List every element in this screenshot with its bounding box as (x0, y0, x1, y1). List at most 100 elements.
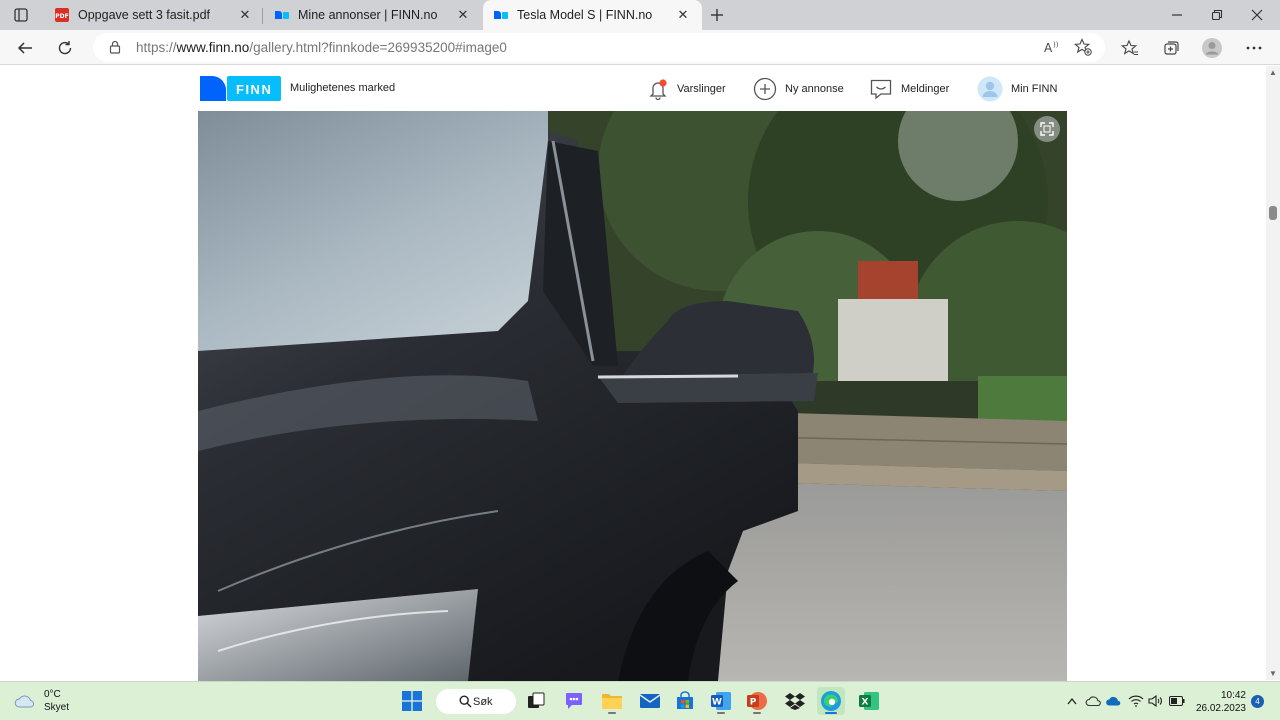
restore-icon (1211, 9, 1223, 21)
tab-close-button[interactable]: ✕ (454, 6, 472, 24)
tab-close-button[interactable]: ✕ (674, 6, 692, 24)
chat-icon (869, 77, 893, 101)
scroll-up-arrow-icon[interactable]: ▲ (1269, 68, 1277, 77)
excel-button[interactable]: X (855, 687, 883, 715)
plus-circle-icon (753, 77, 777, 101)
new-tab-button[interactable] (706, 4, 728, 26)
taskbar-clock[interactable]: 10:42 26.02.2023 (1192, 689, 1246, 715)
tab-mine-annonser[interactable]: Mine annonser | FINN.no ✕ (264, 0, 482, 30)
task-view-button[interactable] (522, 687, 550, 715)
battery-button[interactable] (1168, 692, 1186, 710)
lock-icon[interactable] (108, 40, 122, 54)
tab-actions-button[interactable] (8, 5, 34, 25)
url-prefix: https:// (136, 40, 177, 55)
read-aloud-button[interactable]: A )) (1039, 34, 1065, 60)
tab-title: Tesla Model S | FINN.no (517, 8, 653, 22)
svg-text:PDF: PDF (55, 13, 68, 20)
restore-button[interactable] (1197, 0, 1237, 30)
add-favorite-button[interactable] (1070, 34, 1096, 60)
scroll-down-arrow-icon[interactable]: ▼ (1269, 669, 1277, 678)
powerpoint-icon: P (747, 692, 767, 710)
nav-meldinger[interactable]: Meldinger (869, 76, 949, 102)
wifi-icon (1128, 695, 1144, 707)
minimize-button[interactable] (1157, 0, 1197, 30)
back-button[interactable] (12, 35, 38, 61)
favorites-button[interactable] (1117, 35, 1143, 61)
site-tagline: Mulighetenes marked (290, 82, 396, 94)
finn-logo-text: FINN (236, 82, 273, 97)
weather-widget[interactable]: 0°C Skyet (14, 688, 69, 714)
nav-label: Min FINN (1011, 83, 1058, 95)
tab-title: Mine annonser | FINN.no (298, 8, 438, 22)
dropbox-button[interactable] (781, 687, 809, 715)
folder-icon (602, 694, 622, 709)
svg-text:)): )) (1053, 41, 1059, 49)
nav-label: Ny annonse (785, 83, 844, 95)
url-text[interactable]: https://www.finn.no/gallery.html?finnkod… (136, 40, 507, 55)
browser-toolbar: https://www.finn.no/gallery.html?finnkod… (0, 30, 1280, 65)
taskbar-search[interactable]: Søk (436, 689, 516, 714)
powerpoint-button[interactable]: P (743, 687, 771, 715)
fullscreen-button[interactable] (1034, 116, 1060, 142)
weather-temperature: 0°C (44, 689, 61, 700)
tab-close-button[interactable]: ✕ (236, 6, 254, 24)
gallery-image[interactable] (198, 111, 1067, 681)
chevron-up-icon (1067, 697, 1077, 705)
tab-strip: PDF Oppgave sett 3 fasit.pdf ✕ Mine anno… (0, 0, 1280, 30)
windows-taskbar: 0°C Skyet Søk W P X 10:42 26.02.2023 4 (0, 681, 1280, 720)
url-host: www.finn.no (176, 40, 250, 55)
notification-badge[interactable]: 4 (1251, 695, 1264, 708)
tab-separator (262, 8, 263, 24)
profile-button[interactable] (1199, 35, 1225, 61)
collections-button[interactable] (1158, 35, 1184, 61)
task-view-icon (528, 692, 545, 708)
settings-more-button[interactable] (1241, 35, 1267, 61)
mail-icon (639, 694, 661, 708)
teams-chat-button[interactable] (560, 687, 588, 715)
favorites-icon (1121, 39, 1138, 55)
nav-min-finn[interactable]: Min FINN (977, 76, 1057, 102)
wifi-button[interactable] (1127, 692, 1145, 710)
fullscreen-icon (1040, 122, 1054, 136)
battery-icon (1169, 696, 1185, 706)
start-button[interactable] (398, 687, 426, 715)
onedrive-business-button[interactable] (1104, 692, 1122, 710)
onedrive-personal-button[interactable] (1084, 692, 1102, 710)
show-hidden-icons-button[interactable] (1063, 692, 1081, 710)
search-icon (459, 695, 472, 708)
edge-icon (821, 691, 841, 711)
tab-tesla-model-s[interactable]: Tesla Model S | FINN.no ✕ (483, 0, 702, 30)
word-button[interactable]: W (707, 687, 735, 715)
clock-time: 10:42 (1220, 690, 1246, 701)
running-indicator (608, 712, 616, 714)
nav-varslinger[interactable]: Varslinger (647, 76, 726, 102)
nav-label: Varslinger (677, 83, 726, 95)
close-window-button[interactable] (1237, 0, 1277, 30)
edge-button[interactable] (817, 687, 845, 715)
minimize-icon (1172, 14, 1182, 16)
bell-icon (647, 78, 669, 100)
scrollbar-thumb[interactable] (1269, 206, 1277, 220)
read-aloud-icon: A )) (1044, 41, 1059, 55)
store-button[interactable] (671, 687, 699, 715)
chat-bubble-icon (566, 693, 582, 709)
user-avatar-icon (977, 76, 1003, 102)
word-icon: W (711, 692, 731, 710)
clock-date: 26.02.2023 (1195, 703, 1246, 714)
more-horizontal-icon (1246, 46, 1262, 50)
tab-title: Oppgave sett 3 fasit.pdf (78, 8, 211, 22)
finn-icon (275, 11, 289, 19)
onedrive-icon (1106, 696, 1121, 706)
running-indicator (753, 712, 761, 714)
excel-icon: X (859, 692, 879, 710)
tab-pdf[interactable]: PDF Oppgave sett 3 fasit.pdf ✕ (44, 0, 264, 30)
nav-ny-annonse[interactable]: Ny annonse (753, 76, 844, 102)
refresh-button[interactable] (52, 35, 78, 61)
site-header: FINN Mulighetenes marked Varslinger Ny a… (0, 66, 1280, 111)
volume-button[interactable] (1147, 692, 1165, 710)
address-bar[interactable]: https://www.finn.no/gallery.html?finnkod… (93, 33, 1105, 62)
mail-button[interactable] (636, 687, 664, 715)
page-scrollbar[interactable]: ▲ ▼ (1266, 66, 1280, 680)
file-explorer-button[interactable] (598, 687, 626, 715)
svg-text:A: A (1044, 41, 1053, 55)
